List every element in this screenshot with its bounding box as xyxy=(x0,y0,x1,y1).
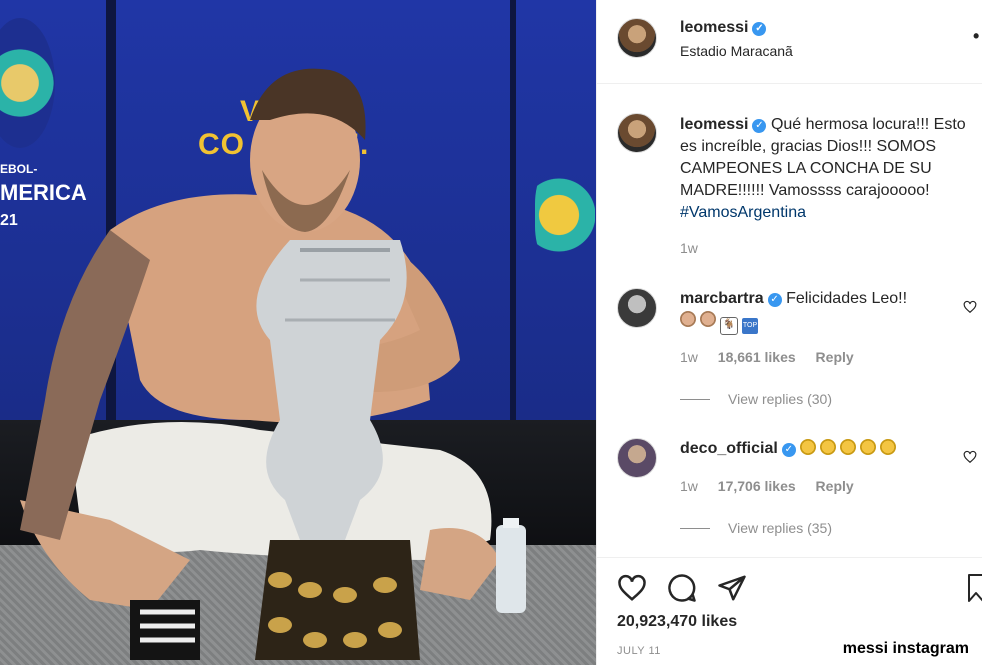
comment-likes[interactable]: 18,661 likes xyxy=(718,349,796,365)
comment-username[interactable]: deco_official xyxy=(680,440,778,457)
watermark-caption: messi instagram xyxy=(842,640,969,657)
comment-2: deco_official ✓ xyxy=(680,438,960,460)
post-photo[interactable]: EBOL- MERICA 21 V_ CO TE. xyxy=(0,0,596,665)
heart-icon[interactable] xyxy=(617,573,647,603)
save-icon[interactable] xyxy=(967,573,982,603)
share-icon[interactable] xyxy=(717,573,747,603)
comment-avatar[interactable] xyxy=(617,288,657,328)
verified-icon: ✓ xyxy=(752,22,767,36)
comment-meta: 1w 18,661 likes Reply xyxy=(680,349,854,365)
header-divider xyxy=(597,83,982,84)
clapping-emoji xyxy=(820,439,837,455)
clap-hands-emoji xyxy=(680,311,696,327)
verified-icon: ✓ xyxy=(752,119,767,133)
caption: leomessi ✓ Qué hermosa locura!!! Esto es … xyxy=(680,114,970,224)
player-with-trophy xyxy=(20,68,526,660)
actions-divider xyxy=(597,557,982,558)
replies-line xyxy=(680,399,710,400)
post-date[interactable]: JULY 11 xyxy=(617,645,661,657)
verified-icon: ✓ xyxy=(767,293,782,307)
clapping-emoji xyxy=(880,439,897,455)
top-emoji: TOP xyxy=(742,318,758,334)
caption-age[interactable]: 1w xyxy=(680,240,698,256)
view-replies-button[interactable]: View replies (30) xyxy=(680,391,832,407)
author-avatar[interactable] xyxy=(617,18,657,58)
comment-username[interactable]: marcbartra xyxy=(680,290,764,307)
goat-emoji: 🐐 xyxy=(720,317,738,335)
comment-icon[interactable] xyxy=(667,573,697,603)
view-replies-button[interactable]: View replies (35) xyxy=(680,520,832,536)
more-options-icon[interactable]: • xyxy=(973,26,979,47)
post-location[interactable]: Estadio Maracanã xyxy=(680,43,793,59)
comment-like-heart-icon[interactable] xyxy=(963,300,977,314)
comment-likes[interactable]: 17,706 likes xyxy=(718,478,796,494)
likes-count[interactable]: 20,923,470 likes xyxy=(617,613,737,631)
replies-line xyxy=(680,528,710,529)
comment-like-heart-icon[interactable] xyxy=(963,450,977,464)
reply-button[interactable]: Reply xyxy=(816,349,854,365)
author-username[interactable]: leomessi ✓ xyxy=(680,19,767,37)
view-replies-label[interactable]: View replies (35) xyxy=(728,520,832,536)
clap-hands-emoji xyxy=(700,311,716,327)
caption-avatar[interactable] xyxy=(617,113,657,153)
post-sidebar: leomessi ✓ Estadio Maracanã • leomessi ✓ Q… xyxy=(596,0,982,665)
caption-hashtag[interactable]: #VamosArgentina xyxy=(680,204,806,221)
comment-meta: 1w 17,706 likes Reply xyxy=(680,478,854,494)
comment-avatar[interactable] xyxy=(617,438,657,478)
caption-username[interactable]: leomessi xyxy=(680,116,748,133)
clapping-emoji xyxy=(860,439,877,455)
reply-button[interactable]: Reply xyxy=(816,478,854,494)
comment-age[interactable]: 1w xyxy=(680,349,698,365)
comment-text: Felicidades Leo!! xyxy=(786,290,908,307)
comment-age[interactable]: 1w xyxy=(680,478,698,494)
view-replies-label[interactable]: View replies (30) xyxy=(728,391,832,407)
clapping-emoji xyxy=(800,439,817,455)
verified-icon: ✓ xyxy=(781,443,796,457)
clapping-emoji xyxy=(840,439,857,455)
author-username-text[interactable]: leomessi xyxy=(680,19,748,36)
comment-1: marcbartra ✓ Felicidades Leo!! 🐐 TOP xyxy=(680,288,960,335)
